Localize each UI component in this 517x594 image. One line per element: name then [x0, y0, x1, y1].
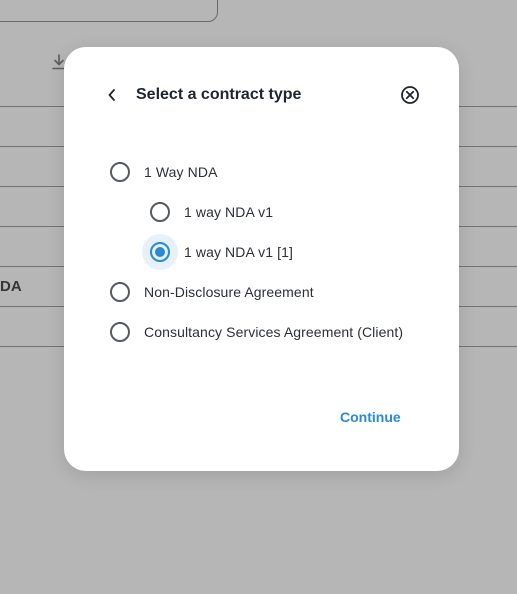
radio-button-selected[interactable]	[150, 242, 170, 262]
radio-wrap	[142, 194, 178, 230]
radio-wrap	[102, 274, 138, 310]
option-1-way-nda[interactable]: 1 Way NDA	[102, 154, 218, 190]
radio-button[interactable]	[110, 162, 130, 182]
radio-button[interactable]	[110, 322, 130, 342]
radio-button[interactable]	[150, 202, 170, 222]
option-label: 1 way NDA v1	[184, 204, 274, 220]
option-non-disclosure-agreement[interactable]: Non-Disclosure Agreement	[102, 274, 314, 310]
continue-button[interactable]: Continue	[336, 407, 405, 427]
option-label: Non-Disclosure Agreement	[144, 284, 314, 300]
option-label: 1 Way NDA	[144, 164, 218, 180]
option-1-way-nda-v1-1[interactable]: 1 way NDA v1 [1]	[142, 234, 293, 270]
radio-button[interactable]	[110, 282, 130, 302]
radio-wrap-selected	[142, 234, 178, 270]
option-label: Consultancy Services Agreement (Client)	[144, 324, 404, 340]
option-consultancy-services-agreement[interactable]: Consultancy Services Agreement (Client)	[102, 314, 403, 350]
close-circle-icon[interactable]	[400, 85, 420, 105]
dialog-title: Select a contract type	[136, 86, 302, 103]
option-label: 1 way NDA v1 [1]	[184, 244, 293, 260]
chevron-left-icon[interactable]	[104, 85, 120, 105]
radio-wrap	[102, 314, 138, 350]
option-1-way-nda-v1[interactable]: 1 way NDA v1	[142, 194, 273, 230]
contract-type-dialog: Select a contract type 1 Way NDA 1 way N…	[64, 47, 459, 471]
radio-wrap	[102, 154, 138, 190]
